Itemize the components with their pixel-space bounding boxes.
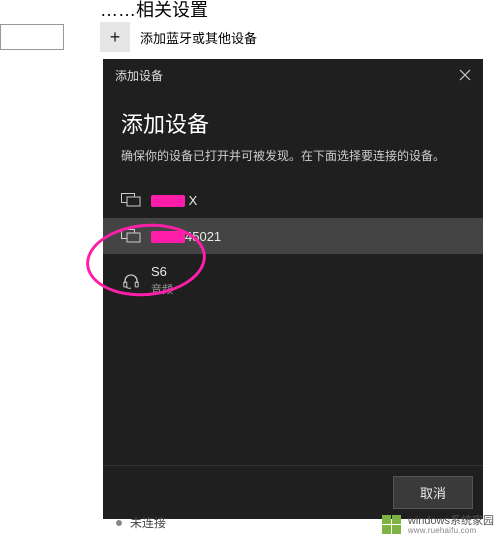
device-item-s6[interactable]: S6 音频 [103,254,483,307]
device-subtitle: 音频 [151,281,173,297]
dialog-header-title: 添加设备 [115,67,163,84]
status-text: 未连接 [130,514,166,531]
device-item[interactable]: X [103,182,483,218]
bottom-status: 未连接 [116,514,166,531]
headphones-icon [121,273,141,289]
display-icon [121,228,141,244]
status-dot-icon [116,520,122,526]
device-name: 45021 [151,229,221,244]
plus-icon: + [100,22,130,52]
add-button-label: 添加蓝牙或其他设备 [140,28,257,47]
add-bluetooth-device-button[interactable]: + 添加蓝牙或其他设备 [100,22,257,52]
page-heading-partial: ……相关设置 [100,0,208,22]
device-name: S6 [151,264,173,279]
windows-logo-icon [382,515,404,535]
dialog-title: 添加设备 [121,107,465,139]
device-name: X [151,193,197,208]
redacted-segment [151,231,185,243]
dialog-subtitle: 确保你的设备已打开并可被发现。在下面选择要连接的设备。 [121,147,465,164]
dialog-footer: 取消 [103,465,483,519]
dialog-header: 添加设备 [103,59,483,91]
side-box [0,24,64,50]
display-icon [121,192,141,208]
watermark: windows系统家园 www.ruehaifu.com [382,515,494,535]
close-icon [459,69,471,81]
watermark-line2: www.ruehaifu.com [408,527,494,535]
device-list: X 45021 S6 音频 [103,182,483,307]
dialog-body: 添加设备 确保你的设备已打开并可被发现。在下面选择要连接的设备。 X 45021 [103,91,483,307]
add-device-dialog: 添加设备 添加设备 确保你的设备已打开并可被发现。在下面选择要连接的设备。 X … [103,59,483,519]
cancel-button[interactable]: 取消 [393,476,473,509]
redacted-segment [151,195,185,207]
watermark-line1: windows系统家园 [408,516,494,527]
device-item[interactable]: 45021 [103,218,483,254]
close-button[interactable] [455,65,475,85]
